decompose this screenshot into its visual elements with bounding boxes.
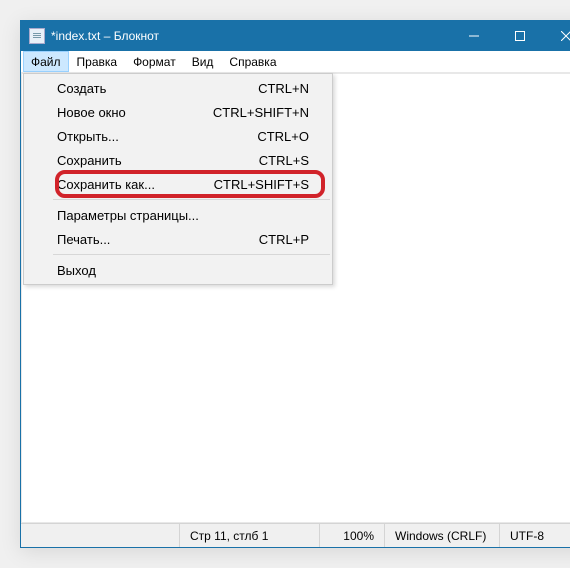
status-encoding: UTF-8 <box>499 524 570 547</box>
menu-separator <box>53 254 330 255</box>
menu-page-setup[interactable]: Параметры страницы... <box>25 203 331 227</box>
window-controls <box>451 21 570 51</box>
status-position: Стр 11, стлб 1 <box>179 524 319 547</box>
menu-save[interactable]: СохранитьCTRL+S <box>25 148 331 172</box>
menu-shortcut: CTRL+P <box>259 232 309 247</box>
menu-open[interactable]: Открыть...CTRL+O <box>25 124 331 148</box>
menu-shortcut: CTRL+S <box>259 153 309 168</box>
titlebar[interactable]: *index.txt – Блокнот <box>21 21 570 51</box>
menu-label: Сохранить <box>57 153 259 168</box>
menubar: ФайлПравкаФорматВидСправка <box>21 51 570 73</box>
status-zoom: 100% <box>319 524 384 547</box>
menu-shortcut: CTRL+N <box>258 81 309 96</box>
menu-exit[interactable]: Выход <box>25 258 331 282</box>
menu-shortcut: CTRL+O <box>257 129 309 144</box>
close-button[interactable] <box>543 21 570 51</box>
notepad-icon <box>29 28 45 44</box>
menu-shortcut: CTRL+SHIFT+N <box>213 105 309 120</box>
menu-separator <box>53 199 330 200</box>
menu-label: Создать <box>57 81 258 96</box>
menu-print[interactable]: Печать...CTRL+P <box>25 227 331 251</box>
notepad-window: *index.txt – Блокнот ФайлПравкаФорматВид… <box>20 20 570 548</box>
menu-label: Открыть... <box>57 129 257 144</box>
menu-format[interactable]: Формат <box>125 51 184 72</box>
status-eol: Windows (CRLF) <box>384 524 499 547</box>
menu-label: Параметры страницы... <box>57 208 309 223</box>
menu-label: Сохранить как... <box>57 177 214 192</box>
menu-file[interactable]: Файл <box>23 51 69 72</box>
menu-help[interactable]: Справка <box>221 51 284 72</box>
statusbar: Стр 11, стлб 1 100% Windows (CRLF) UTF-8 <box>21 523 570 547</box>
menu-new[interactable]: СоздатьCTRL+N <box>25 76 331 100</box>
menu-shortcut: CTRL+SHIFT+S <box>214 177 309 192</box>
file-menu-dropdown: СоздатьCTRL+NНовое окноCTRL+SHIFT+NОткры… <box>23 73 333 285</box>
menu-view[interactable]: Вид <box>184 51 222 72</box>
menu-new-window[interactable]: Новое окноCTRL+SHIFT+N <box>25 100 331 124</box>
menu-edit[interactable]: Правка <box>69 51 126 72</box>
maximize-button[interactable] <box>497 21 543 51</box>
window-title: *index.txt – Блокнот <box>51 29 451 43</box>
minimize-button[interactable] <box>451 21 497 51</box>
menu-save-as[interactable]: Сохранить как...CTRL+SHIFT+S <box>25 172 331 196</box>
menu-label: Печать... <box>57 232 259 247</box>
menu-label: Новое окно <box>57 105 213 120</box>
menu-label: Выход <box>57 263 309 278</box>
